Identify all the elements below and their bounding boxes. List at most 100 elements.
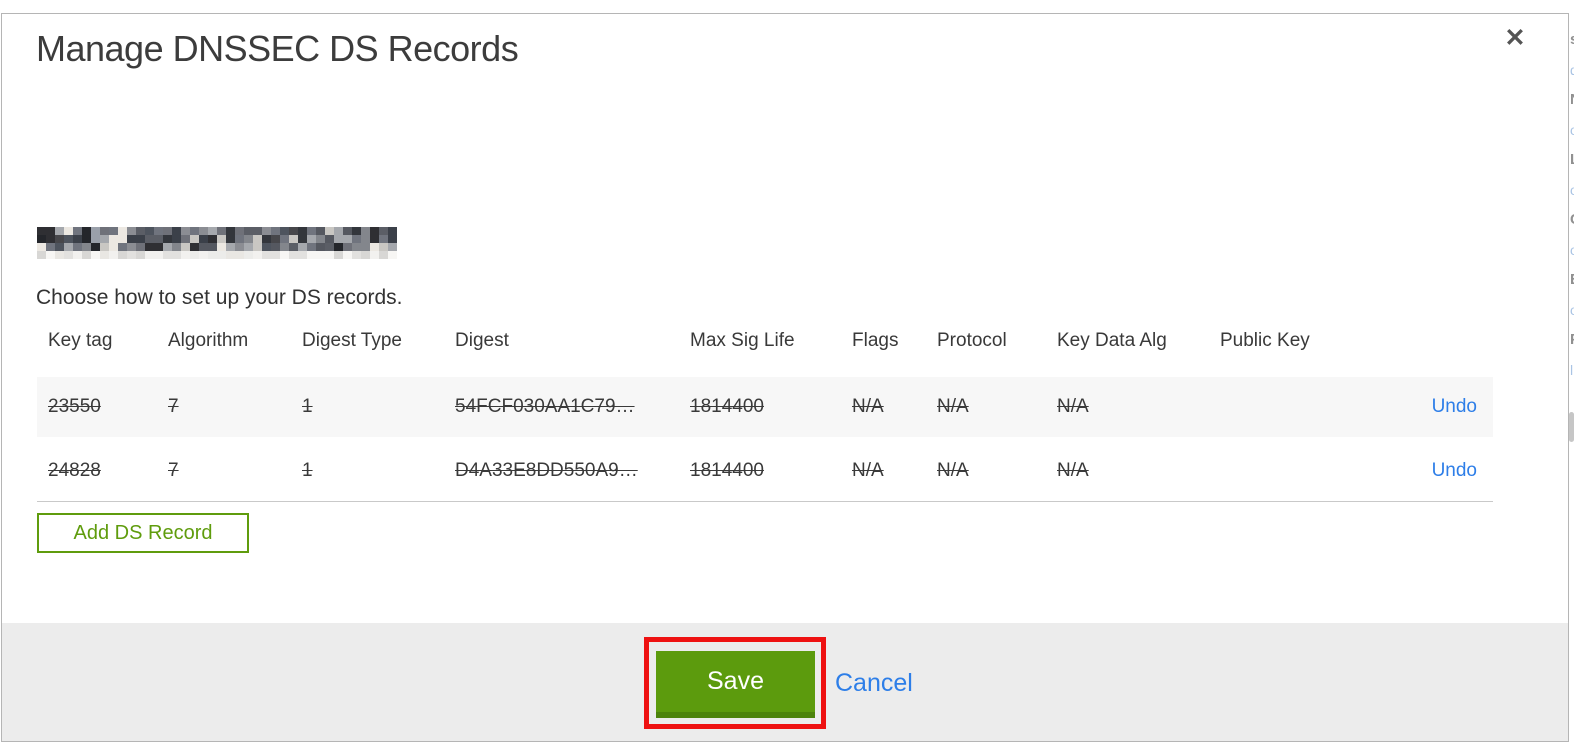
cell-algorithm: 7 — [168, 396, 179, 417]
background-page-fragment: L — [1570, 150, 1574, 170]
close-icon[interactable]: ✕ — [1499, 22, 1531, 54]
background-page-fragment: C — [1570, 210, 1574, 230]
redaction-pixel — [145, 227, 154, 235]
redaction-pixel — [343, 251, 352, 259]
redaction-pixel — [136, 235, 145, 243]
redaction-pixel — [388, 243, 397, 251]
redaction-pixel — [37, 243, 46, 251]
background-page-fragment: P — [1570, 330, 1574, 350]
scrollbar-thumb[interactable] — [1569, 412, 1574, 442]
redaction-pixel — [217, 251, 226, 259]
redaction-pixel — [352, 251, 361, 259]
redaction-pixel — [64, 227, 73, 235]
table-header-row: Key tag Algorithm Digest Type Digest Max… — [37, 330, 1493, 360]
redaction-pixel — [154, 243, 163, 251]
redaction-pixel — [334, 251, 343, 259]
background-page-fragment: o — [1570, 182, 1574, 198]
cell-key-data-alg: N/A — [1057, 459, 1089, 481]
redaction-pixel — [244, 251, 253, 259]
redaction-pixel — [253, 235, 262, 243]
redaction-pixel — [109, 235, 118, 243]
redaction-pixel — [280, 227, 289, 235]
redaction-pixel — [316, 235, 325, 243]
column-header-flags: Flags — [852, 330, 899, 351]
redaction-pixel — [226, 227, 235, 235]
redaction-pixel — [100, 243, 109, 251]
redaction-pixel — [181, 235, 190, 243]
redaction-pixel — [343, 227, 352, 235]
redaction-pixel — [325, 251, 334, 259]
redaction-pixel — [361, 251, 370, 259]
column-header-max-sig-life: Max Sig Life — [690, 330, 795, 351]
redaction-pixel — [199, 227, 208, 235]
redaction-pixel — [199, 235, 208, 243]
redaction-pixel — [307, 243, 316, 251]
save-button[interactable]: Save — [656, 651, 815, 718]
redaction-pixel — [118, 251, 127, 259]
redaction-pixel — [262, 243, 271, 251]
page-title: Manage DNSSEC DS Records — [36, 28, 519, 69]
redaction-pixel — [172, 235, 181, 243]
redaction-pixel — [280, 235, 289, 243]
redaction-pixel — [235, 243, 244, 251]
redaction-pixel — [109, 251, 118, 259]
cancel-link[interactable]: Cancel — [835, 669, 913, 698]
redaction-pixel — [370, 251, 379, 259]
redaction-pixel — [217, 227, 226, 235]
redaction-pixel — [181, 243, 190, 251]
redaction-pixel — [127, 227, 136, 235]
redaction-pixel — [46, 251, 55, 259]
redaction-pixel — [316, 227, 325, 235]
undo-link[interactable]: Undo — [1432, 396, 1477, 418]
column-header-algorithm: Algorithm — [168, 330, 249, 351]
redaction-pixel — [190, 227, 199, 235]
redaction-pixel — [118, 235, 127, 243]
redaction-pixel — [55, 251, 64, 259]
redaction-pixel — [316, 243, 325, 251]
ds-record-row: 23550 7 1 54FCF030AA1C79… 1814400 N/A N/… — [37, 377, 1493, 437]
add-ds-record-button[interactable]: Add DS Record — [37, 513, 249, 553]
cell-protocol: N/A — [937, 459, 969, 481]
redaction-pixel — [361, 243, 370, 251]
cell-key-tag: 23550 — [48, 396, 101, 417]
redaction-pixel — [343, 243, 352, 251]
redaction-pixel — [208, 243, 217, 251]
undo-link[interactable]: Undo — [1432, 460, 1477, 482]
redaction-pixel — [289, 243, 298, 251]
redaction-pixel — [307, 227, 316, 235]
cell-key-tag: 24828 — [48, 459, 101, 481]
redaction-pixel — [244, 243, 253, 251]
redaction-pixel — [235, 251, 244, 259]
redaction-pixel — [145, 235, 154, 243]
background-page-fragment: E — [1570, 270, 1574, 290]
redaction-pixel — [226, 235, 235, 243]
redaction-pixel — [244, 227, 253, 235]
redaction-pixel — [352, 235, 361, 243]
redaction-pixel — [334, 243, 343, 251]
redaction-pixel — [271, 235, 280, 243]
cell-protocol: N/A — [937, 396, 969, 417]
redaction-pixel — [370, 243, 379, 251]
redaction-pixel — [388, 235, 397, 243]
redaction-pixel — [55, 243, 64, 251]
redaction-pixel — [262, 251, 271, 259]
redaction-pixel — [370, 227, 379, 235]
redaction-pixel — [208, 235, 217, 243]
redaction-pixel — [145, 251, 154, 259]
redaction-pixel — [136, 243, 145, 251]
column-header-digest-type: Digest Type — [302, 330, 402, 351]
redaction-pixel — [217, 235, 226, 243]
redaction-pixel — [289, 235, 298, 243]
redaction-pixel — [352, 227, 361, 235]
redaction-pixel — [154, 235, 163, 243]
redaction-pixel — [271, 227, 280, 235]
redaction-pixel — [136, 251, 145, 259]
redaction-pixel — [73, 235, 82, 243]
redaction-pixel — [235, 227, 244, 235]
redaction-pixel — [208, 251, 217, 259]
redaction-pixel — [334, 235, 343, 243]
redaction-pixel — [208, 227, 217, 235]
redacted-domain-name — [37, 227, 397, 259]
cell-key-data-alg: N/A — [1057, 396, 1089, 417]
redaction-pixel — [298, 243, 307, 251]
